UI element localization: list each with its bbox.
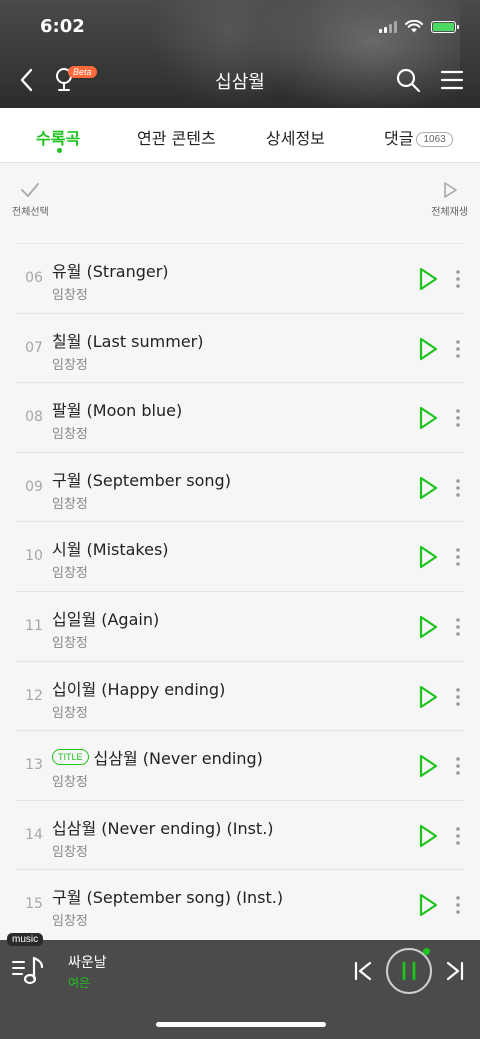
track-title: 십삼월 (Never ending) <box>93 749 263 769</box>
play-icon[interactable] <box>416 405 440 431</box>
track-artist[interactable]: 임창정 <box>52 423 88 442</box>
play-all-label: 전체재생 <box>431 207 468 218</box>
more-icon[interactable] <box>452 407 464 429</box>
tab-bar: 수록곡 연관 콘텐츠 상세정보 댓글 1063 <box>0 108 480 163</box>
music-badge: music <box>7 933 44 946</box>
track-title: 유월 (Stranger) <box>52 262 169 281</box>
play-icon[interactable] <box>416 823 440 849</box>
more-icon[interactable] <box>452 686 464 708</box>
track-row[interactable]: 12 십이월 (Happy ending) 임창정 <box>16 662 464 732</box>
comment-count-badge: 1063 <box>416 132 453 147</box>
more-icon[interactable] <box>452 477 464 499</box>
more-icon[interactable] <box>452 616 464 638</box>
home-indicator <box>156 1022 326 1027</box>
track-artist[interactable]: 임창정 <box>52 910 88 929</box>
play-icon[interactable] <box>416 753 440 779</box>
track-row[interactable]: 07 칠월 (Last summer) 임창정 <box>16 314 464 384</box>
track-title: 칠월 (Last summer) <box>52 331 204 351</box>
menu-icon[interactable] <box>438 66 466 94</box>
track-title: 시월 (Mistakes) <box>52 540 169 560</box>
mini-player[interactable]: music 싸운날 여은 <box>0 933 480 1039</box>
battery-icon <box>431 20 459 33</box>
tab-details[interactable]: 상세정보 <box>266 125 325 149</box>
track-number: 11 <box>25 617 43 634</box>
track-number: 15 <box>25 896 43 913</box>
track-row[interactable]: 14 십삼월 (Never ending) (Inst.) 임창정 <box>16 801 464 871</box>
track-number: 14 <box>25 826 43 843</box>
previous-icon[interactable] <box>352 960 374 982</box>
status-time: 6:02 <box>40 16 85 37</box>
tab-comments[interactable]: 댓글 1063 <box>384 125 453 149</box>
track-title: 십이월 (Happy ending) <box>52 679 226 699</box>
more-icon[interactable] <box>452 546 464 568</box>
track-row[interactable]: 11 십일월 (Again) 임창정 <box>16 592 464 662</box>
search-icon[interactable] <box>394 66 422 94</box>
track-row[interactable]: 08 팔월 (Moon blue) 임창정 <box>16 383 464 453</box>
track-number: 13 <box>25 757 43 774</box>
play-all-button[interactable]: 전체재생 <box>431 181 468 218</box>
header: 6:02 Beta 십삼월 <box>0 0 480 108</box>
more-icon[interactable] <box>452 268 464 290</box>
track-artist[interactable]: 임창정 <box>52 354 88 373</box>
tab-related-content[interactable]: 연관 콘텐츠 <box>137 125 216 149</box>
play-icon[interactable] <box>416 614 440 640</box>
track-number: 06 <box>25 270 43 286</box>
play-icon[interactable] <box>416 266 440 292</box>
track-number: 07 <box>25 339 43 356</box>
track-title: 구월 (September song) (Inst.) <box>52 888 284 908</box>
tab-comments-label: 댓글 <box>384 129 414 148</box>
active-tab-indicator <box>57 148 62 153</box>
check-icon <box>21 183 40 197</box>
signal-icon <box>379 20 397 33</box>
track-title: 팔월 (Moon blue) <box>52 401 183 421</box>
track-row[interactable]: 13 TITLE 십삼월 (Never ending) 임창정 <box>16 731 464 801</box>
track-artist[interactable]: 임창정 <box>52 284 88 303</box>
track-number: 10 <box>25 548 43 565</box>
playlist-icon[interactable] <box>10 954 50 988</box>
select-all-button[interactable]: 전체선택 <box>12 181 49 218</box>
more-icon[interactable] <box>452 825 464 847</box>
wifi-icon <box>405 20 423 33</box>
status-icons <box>379 20 459 33</box>
track-artist[interactable]: 임창정 <box>52 493 88 512</box>
nav-bar: Beta 십삼월 <box>0 56 480 104</box>
tab-tracks[interactable]: 수록곡 <box>36 125 80 149</box>
track-artist[interactable]: 임창정 <box>52 702 88 721</box>
pause-icon <box>402 961 416 981</box>
list-toolbar: 전체선택 전체재생 <box>0 163 480 243</box>
pause-button[interactable] <box>386 948 432 994</box>
select-all-label: 전체선택 <box>12 207 49 218</box>
track-row[interactable]: 10 시월 (Mistakes) 임창정 <box>16 522 464 592</box>
track-artist[interactable]: 임창정 <box>52 562 88 581</box>
more-icon[interactable] <box>452 894 464 916</box>
track-number: 09 <box>25 478 43 495</box>
play-outline-icon <box>443 182 457 198</box>
now-playing-artist: 여은 <box>68 976 91 990</box>
track-title: 구월 (September song) <box>52 470 231 490</box>
track-artist[interactable]: 임창정 <box>52 771 88 790</box>
more-icon[interactable] <box>452 338 464 360</box>
next-icon[interactable] <box>444 960 466 982</box>
play-icon[interactable] <box>416 336 440 362</box>
now-playing-title: 싸운날 <box>68 955 107 971</box>
track-number: 08 <box>25 409 43 426</box>
track-title: 십일월 (Again) <box>52 609 160 629</box>
title-track-badge: TITLE <box>52 749 89 766</box>
track-row[interactable]: 09 구월 (September song) 임창정 <box>16 453 464 523</box>
track-artist[interactable]: 임창정 <box>52 632 88 651</box>
play-icon[interactable] <box>416 892 440 918</box>
track-row[interactable]: 15 구월 (September song) (Inst.) 임창정 <box>16 870 464 940</box>
track-artist[interactable]: 임창정 <box>52 841 88 860</box>
track-title: 십삼월 (Never ending) (Inst.) <box>52 818 274 838</box>
play-icon[interactable] <box>416 475 440 501</box>
track-list: 06 유월 (Stranger) 임창정 07 칠월 (Last summer)… <box>0 244 480 940</box>
track-number: 12 <box>25 687 43 704</box>
playing-indicator <box>423 948 430 955</box>
play-icon[interactable] <box>416 684 440 710</box>
play-icon[interactable] <box>416 544 440 570</box>
more-icon[interactable] <box>452 755 464 777</box>
track-row[interactable]: 06 유월 (Stranger) 임창정 <box>16 244 464 314</box>
